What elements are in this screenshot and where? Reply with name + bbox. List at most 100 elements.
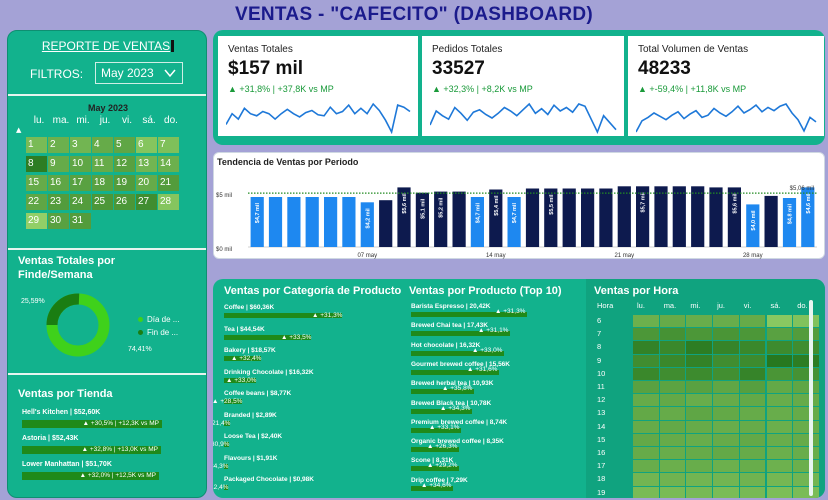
heatmap-cell[interactable] bbox=[766, 486, 793, 498]
list-item[interactable]: Coffee | $60,36K ▲ +31,3% bbox=[224, 304, 382, 326]
heatmap-cell[interactable] bbox=[739, 407, 766, 420]
heatmap-cell[interactable] bbox=[686, 420, 713, 433]
heatmap-cell[interactable] bbox=[686, 486, 713, 498]
heatmap-cell[interactable] bbox=[713, 433, 739, 446]
heatmap-cell[interactable] bbox=[766, 367, 793, 380]
heatmap-cell[interactable] bbox=[686, 367, 713, 380]
heatmap-cell[interactable] bbox=[793, 354, 819, 367]
calendar-day[interactable]: 25 bbox=[92, 194, 113, 210]
heatmap-cell[interactable] bbox=[766, 328, 793, 341]
heatmap-cell[interactable] bbox=[686, 473, 713, 486]
trend-bar[interactable] bbox=[342, 197, 356, 247]
heatmap-cell[interactable] bbox=[739, 341, 766, 354]
trend-bar[interactable] bbox=[562, 188, 576, 248]
heatmap-cell[interactable] bbox=[766, 447, 793, 460]
calendar-day[interactable]: 11 bbox=[92, 156, 113, 172]
store-row[interactable]: Hell's Kitchen | $52,60K ▲ +30,5% | +12,3… bbox=[22, 409, 202, 433]
list-item[interactable]: Brewed Chai tea | 17,43K ▲ +31,1% bbox=[411, 322, 567, 341]
heatmap-cell[interactable] bbox=[686, 394, 713, 407]
heatmap-cell[interactable] bbox=[686, 433, 713, 446]
list-item[interactable]: Barista Espresso | 20,42K ▲ +31,3% bbox=[411, 303, 567, 322]
list-item[interactable]: Branded | $2,89K▲ +21,4% bbox=[213, 412, 382, 434]
calendar-day[interactable]: 6 bbox=[136, 137, 157, 153]
heatmap-cell[interactable] bbox=[793, 486, 819, 498]
heatmap-cell[interactable] bbox=[686, 381, 713, 394]
heatmap-cell[interactable] bbox=[713, 354, 739, 367]
trend-bar[interactable] bbox=[581, 188, 595, 248]
heatmap-cell[interactable] bbox=[739, 354, 766, 367]
heatmap-cell[interactable] bbox=[766, 433, 793, 446]
heatmap-cell[interactable] bbox=[633, 473, 659, 486]
heatmap-cell[interactable] bbox=[793, 473, 819, 486]
trend-bar[interactable] bbox=[709, 187, 723, 247]
heatmap-cell[interactable] bbox=[713, 473, 739, 486]
heatmap-cell[interactable] bbox=[739, 420, 766, 433]
heatmap-cell[interactable] bbox=[713, 341, 739, 354]
calendar-day[interactable]: 31 bbox=[70, 213, 91, 229]
heatmap-cell[interactable] bbox=[633, 381, 659, 394]
list-item[interactable]: Coffee beans | $8,77K ▲ +28,5% bbox=[213, 390, 382, 412]
trend-bar[interactable] bbox=[654, 186, 668, 247]
heatmap-cell[interactable] bbox=[686, 460, 713, 473]
heatmap-cell[interactable] bbox=[633, 394, 659, 407]
calendar-day[interactable]: 5 bbox=[114, 137, 135, 153]
heatmap-cell[interactable] bbox=[739, 381, 766, 394]
calendar-day[interactable]: 17 bbox=[70, 175, 91, 191]
heatmap-cell[interactable] bbox=[659, 460, 686, 473]
list-item[interactable]: Hot chocolate | 16,32K ▲ +33,0% bbox=[411, 342, 567, 361]
list-item[interactable]: Brewed herbal tea | 10,93K ▲ +35,8% bbox=[411, 380, 567, 399]
calendar-day[interactable]: 21 bbox=[158, 175, 179, 191]
list-item[interactable]: Organic brewed coffee | 8,35K ▲ +26,3% bbox=[411, 438, 567, 457]
trend-bar[interactable] bbox=[379, 200, 393, 247]
trend-bar[interactable] bbox=[599, 188, 613, 248]
heatmap-cell[interactable] bbox=[793, 407, 819, 420]
heatmap-cell[interactable] bbox=[766, 341, 793, 354]
heatmap-cell[interactable] bbox=[739, 315, 766, 328]
trend-bar[interactable] bbox=[525, 188, 540, 248]
calendar-day[interactable]: 8 bbox=[26, 156, 47, 172]
heatmap-cell[interactable] bbox=[659, 407, 686, 420]
heatmap-cell[interactable] bbox=[713, 447, 739, 460]
calendar-day[interactable]: 4 bbox=[92, 137, 113, 153]
heatmap-cell[interactable] bbox=[766, 407, 793, 420]
heatmap-cell[interactable] bbox=[739, 433, 766, 446]
heatmap-cell[interactable] bbox=[659, 394, 686, 407]
heatmap-cell[interactable] bbox=[739, 394, 766, 407]
calendar-day[interactable]: 22 bbox=[26, 194, 47, 210]
heatmap-cell[interactable] bbox=[659, 420, 686, 433]
heatmap-cell[interactable] bbox=[633, 328, 659, 341]
list-item[interactable]: Brewed Black tea | 10,78K ▲ +34,3% bbox=[411, 400, 567, 419]
calendar-day[interactable]: 16 bbox=[48, 175, 69, 191]
heatmap-cell[interactable] bbox=[633, 341, 659, 354]
trend-bar[interactable] bbox=[287, 197, 301, 247]
calendar-day[interactable]: 3 bbox=[70, 137, 91, 153]
heatmap-scrollbar[interactable] bbox=[809, 300, 813, 496]
list-item[interactable]: Tea | $44,54K ▲ +33,5% bbox=[224, 326, 382, 348]
calendar-day[interactable]: 14 bbox=[158, 156, 179, 172]
heatmap-cell[interactable] bbox=[739, 328, 766, 341]
heatmap-cell[interactable] bbox=[713, 315, 739, 328]
list-item[interactable]: Loose Tea | $2,40K▲ +30,9% bbox=[213, 433, 382, 455]
heatmap-cell[interactable] bbox=[633, 447, 659, 460]
heatmap-cell[interactable] bbox=[633, 486, 659, 498]
heatmap-cell[interactable] bbox=[739, 486, 766, 498]
heatmap-cell[interactable] bbox=[739, 447, 766, 460]
heatmap-cell[interactable] bbox=[713, 407, 739, 420]
heatmap-cell[interactable] bbox=[633, 354, 659, 367]
heatmap-cell[interactable] bbox=[739, 473, 766, 486]
calendar-day[interactable]: 7 bbox=[158, 137, 179, 153]
heatmap-cell[interactable] bbox=[686, 328, 713, 341]
heatmap-cell[interactable] bbox=[686, 407, 713, 420]
list-item[interactable]: Bakery | $18,57K ▲ +32,4% bbox=[224, 347, 382, 369]
heatmap-cell[interactable] bbox=[659, 433, 686, 446]
calendar-day[interactable]: 26 bbox=[114, 194, 135, 210]
heatmap-cell[interactable] bbox=[686, 447, 713, 460]
heatmap-cell[interactable] bbox=[793, 367, 819, 380]
heatmap-cell[interactable] bbox=[633, 367, 659, 380]
trend-bar[interactable] bbox=[324, 197, 338, 247]
calendar-day[interactable]: 20 bbox=[136, 175, 157, 191]
heatmap-cell[interactable] bbox=[766, 315, 793, 328]
month-dropdown[interactable]: May 2023 bbox=[95, 62, 183, 84]
heatmap-cell[interactable] bbox=[793, 420, 819, 433]
list-item[interactable]: Premium brewed coffee | 8,74K ▲ +33,1% bbox=[411, 419, 567, 438]
